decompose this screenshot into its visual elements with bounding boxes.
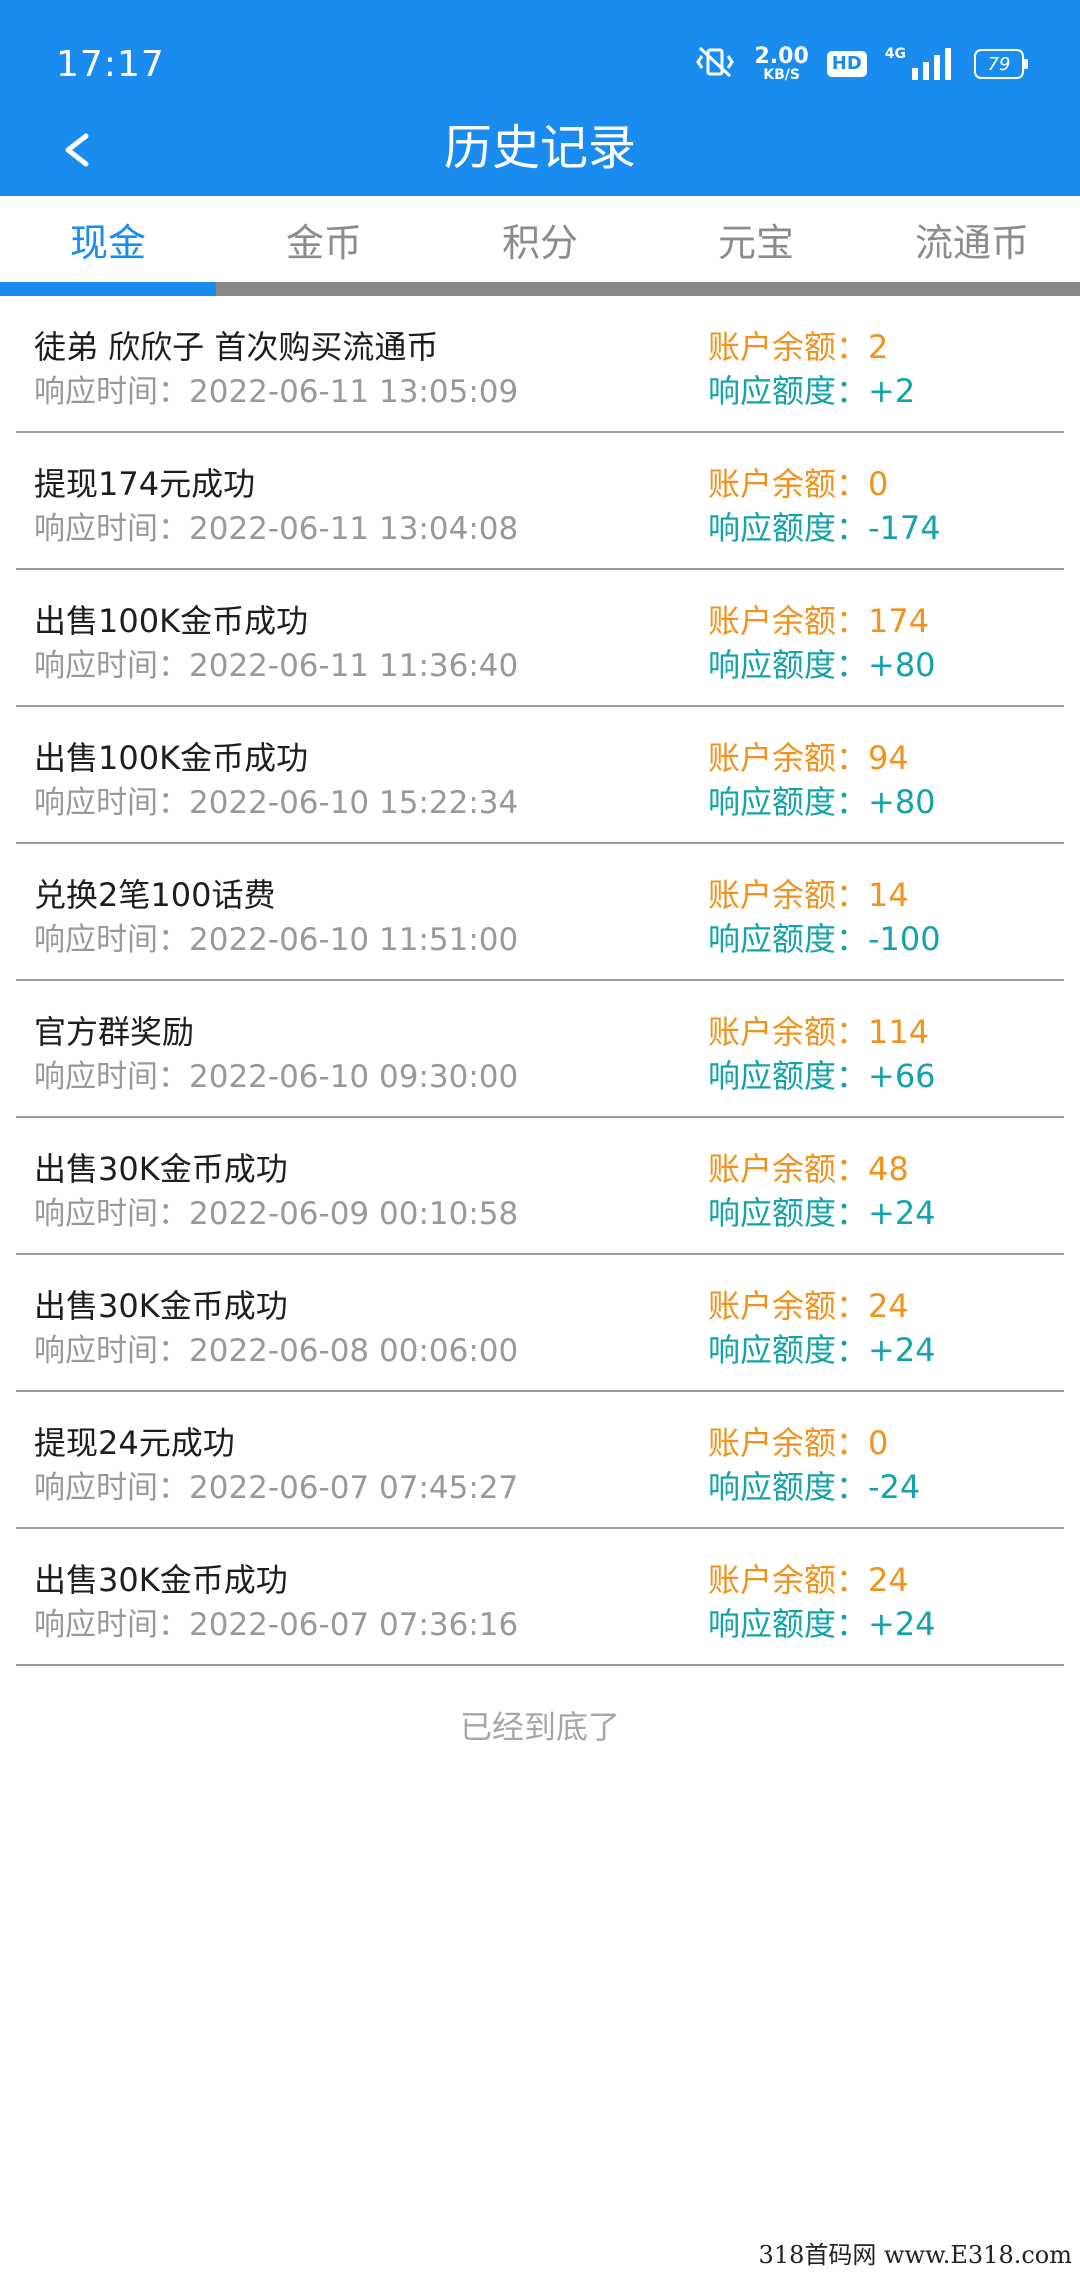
record-balance: 账户余额：48 — [708, 1150, 909, 1188]
record-amount: 响应额度：+80 — [708, 783, 936, 821]
record-time: 响应时间：2022-06-11 13:05:09 — [34, 374, 519, 410]
record-title: 出售100K金币成功 — [34, 739, 309, 777]
tab-list: 现金 金币 积分 元宝 流通币 — [0, 196, 1080, 282]
vibrate-mute-icon — [694, 44, 736, 84]
record-amount: 响应额度：+24 — [708, 1605, 936, 1643]
record-time: 响应时间：2022-06-07 07:36:16 — [34, 1607, 519, 1643]
net-speed-value: 2.00 — [754, 44, 809, 69]
net-speed-unit: KB/S — [763, 67, 800, 83]
record-list: 徒弟 欣欣子 首次购买流通币 响应时间：2022-06-11 13:05:09 … — [16, 296, 1064, 1666]
record-time: 响应时间：2022-06-11 13:04:08 — [34, 511, 519, 547]
record-time: 响应时间：2022-06-08 00:06:00 — [34, 1333, 519, 1369]
record-balance: 账户余额：14 — [708, 876, 909, 914]
network-type-label: 4G — [884, 46, 906, 62]
tab-track — [0, 282, 1080, 296]
record-title: 出售30K金币成功 — [34, 1150, 288, 1188]
hd-icon: HD — [826, 51, 867, 77]
tab-bar: 现金 金币 积分 元宝 流通币 — [0, 196, 1080, 296]
record-title: 出售30K金币成功 — [34, 1287, 288, 1325]
record-balance: 账户余额：2 — [708, 328, 889, 366]
record-time: 响应时间：2022-06-10 11:51:00 — [34, 922, 519, 958]
record-item[interactable]: 官方群奖励 响应时间：2022-06-10 09:30:00 账户余额：114 … — [16, 981, 1064, 1118]
network-speed: 2.00 KB/S — [754, 44, 809, 83]
record-amount: 响应额度：+80 — [708, 646, 936, 684]
record-amount: 响应额度：+24 — [708, 1331, 936, 1369]
list-end-text: 已经到底了 — [459, 1708, 620, 1746]
record-item[interactable]: 提现174元成功 响应时间：2022-06-11 13:04:08 账户余额：0… — [16, 433, 1064, 570]
record-time: 响应时间：2022-06-10 15:22:34 — [34, 785, 519, 821]
record-title: 提现24元成功 — [34, 1424, 235, 1462]
record-balance: 账户余额：24 — [708, 1287, 909, 1325]
record-item[interactable]: 徒弟 欣欣子 首次购买流通币 响应时间：2022-06-11 13:05:09 … — [16, 296, 1064, 433]
record-title: 徒弟 欣欣子 首次购买流通币 — [34, 328, 439, 366]
record-title: 提现174元成功 — [34, 465, 256, 503]
tab-circulation-coin[interactable]: 流通币 — [864, 196, 1080, 282]
status-time: 17:17 — [56, 44, 165, 85]
record-time: 响应时间：2022-06-11 11:36:40 — [34, 648, 519, 684]
page-title: 历史记录 — [443, 120, 636, 176]
record-balance: 账户余额：24 — [708, 1561, 909, 1599]
record-time: 响应时间：2022-06-07 07:45:27 — [34, 1470, 519, 1506]
record-item[interactable]: 提现24元成功 响应时间：2022-06-07 07:45:27 账户余额：0 … — [16, 1392, 1064, 1529]
record-balance: 账户余额：174 — [708, 602, 930, 640]
record-amount: 响应额度：-24 — [708, 1468, 921, 1506]
record-amount: 响应额度：+66 — [708, 1057, 936, 1095]
record-amount: 响应额度：-174 — [708, 509, 941, 547]
status-icons: 2.00 KB/S HD 4G 79 — [694, 44, 1028, 84]
tab-gold-coin[interactable]: 金币 — [216, 196, 432, 282]
record-item[interactable]: 出售100K金币成功 响应时间：2022-06-10 15:22:34 账户余额… — [16, 707, 1064, 844]
battery-level: 79 — [974, 49, 1024, 79]
record-item[interactable]: 出售30K金币成功 响应时间：2022-06-09 00:10:58 账户余额：… — [16, 1118, 1064, 1255]
record-balance: 账户余额：0 — [708, 465, 889, 503]
record-time: 响应时间：2022-06-10 09:30:00 — [34, 1059, 519, 1095]
battery-icon: 79 — [974, 49, 1028, 79]
record-amount: 响应额度：+24 — [708, 1194, 936, 1232]
tab-indicator — [0, 282, 216, 296]
record-item[interactable]: 出售30K金币成功 响应时间：2022-06-07 07:36:16 账户余额：… — [16, 1529, 1064, 1666]
battery-tip — [1024, 59, 1028, 69]
record-title: 出售100K金币成功 — [34, 602, 309, 640]
tab-ingot[interactable]: 元宝 — [648, 196, 864, 282]
app-header: 17:17 2.00 KB/S HD 4G 79 历史记录 — [0, 0, 1080, 196]
record-title: 兑换2笔100话费 — [34, 876, 276, 914]
record-item[interactable]: 出售100K金币成功 响应时间：2022-06-11 11:36:40 账户余额… — [16, 570, 1064, 707]
record-item[interactable]: 出售30K金币成功 响应时间：2022-06-08 00:06:00 账户余额：… — [16, 1255, 1064, 1392]
signal-icon: 4G — [885, 46, 956, 82]
watermark: 318首码网 www.E318.com — [758, 2241, 1072, 2269]
record-item[interactable]: 兑换2笔100话费 响应时间：2022-06-10 11:51:00 账户余额：… — [16, 844, 1064, 981]
record-amount: 响应额度：+2 — [708, 372, 916, 410]
record-balance: 账户余额：94 — [708, 739, 909, 777]
record-balance: 账户余额：0 — [708, 1424, 889, 1462]
record-amount: 响应额度：-100 — [708, 920, 941, 958]
status-bar: 17:17 2.00 KB/S HD 4G 79 — [0, 0, 1080, 130]
tab-points[interactable]: 积分 — [432, 196, 648, 282]
tab-cash[interactable]: 现金 — [0, 196, 216, 282]
record-balance: 账户余额：114 — [708, 1013, 930, 1051]
record-title: 出售30K金币成功 — [34, 1561, 288, 1599]
record-time: 响应时间：2022-06-09 00:10:58 — [34, 1196, 519, 1232]
record-title: 官方群奖励 — [34, 1013, 195, 1051]
